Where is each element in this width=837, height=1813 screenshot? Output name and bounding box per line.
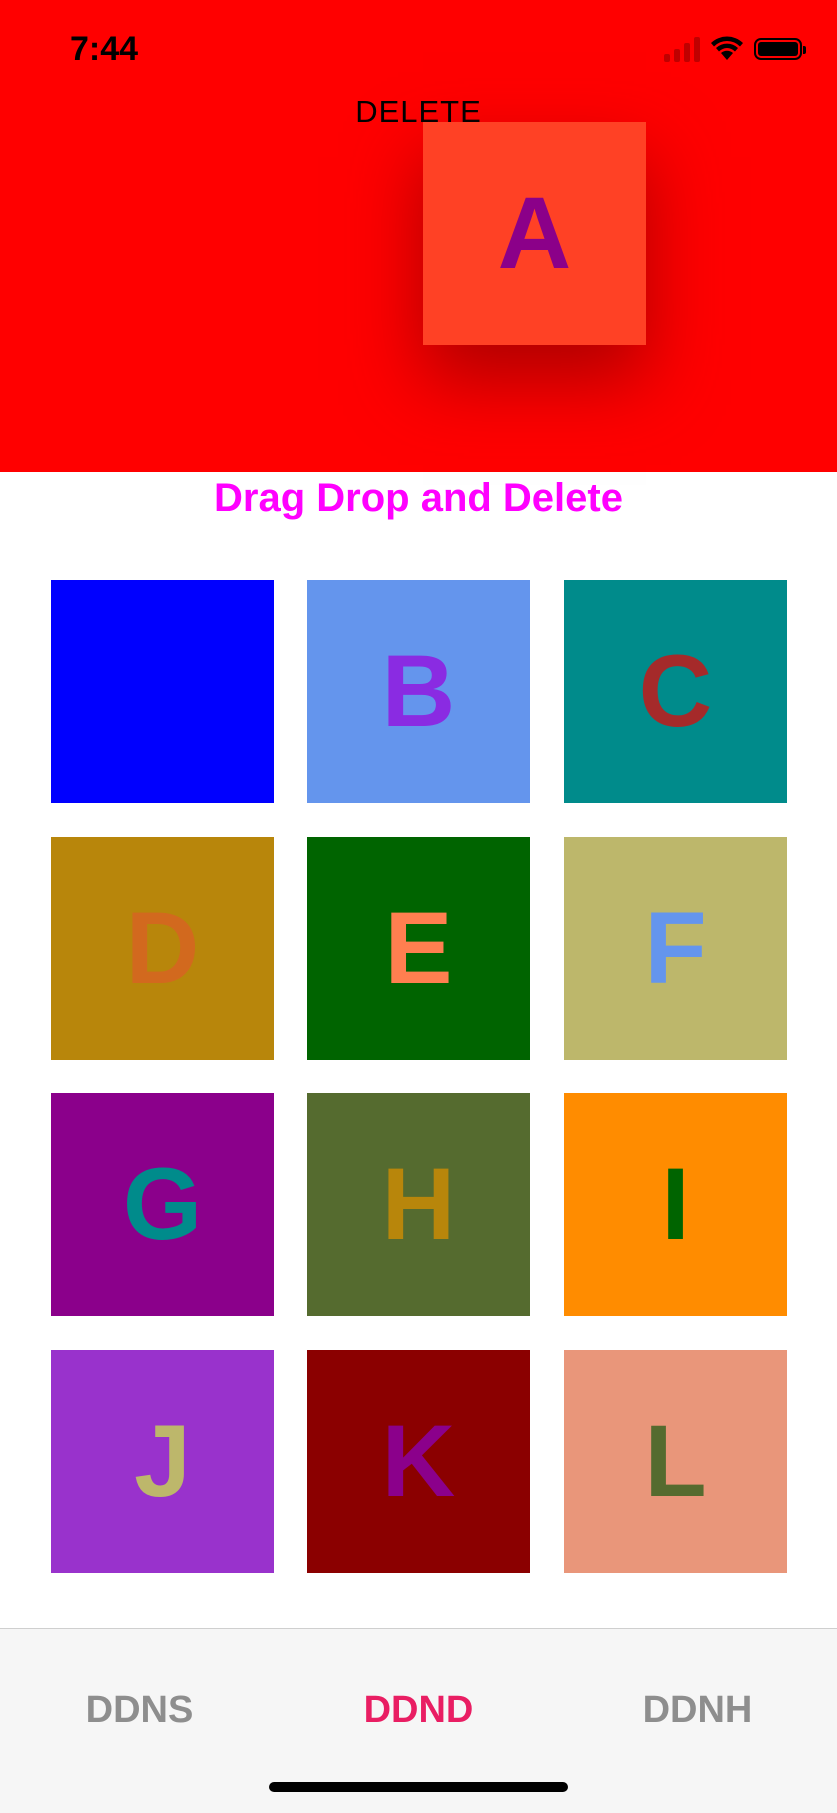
tile-letter: G <box>122 1147 203 1261</box>
tile-c[interactable]: C <box>564 580 787 803</box>
tile-letter: F <box>644 891 707 1005</box>
tile-letter: C <box>638 634 713 748</box>
tile-f[interactable]: F <box>564 837 787 1060</box>
tile-j[interactable]: J <box>51 1350 274 1573</box>
tab-bar: DDNS DDND DDNH <box>0 1628 837 1813</box>
tab-ddnd[interactable]: DDND <box>279 1689 558 1732</box>
tile-b[interactable]: B <box>307 580 530 803</box>
tile-letter: E <box>384 891 453 1005</box>
home-indicator <box>269 1782 568 1792</box>
tile-letter: L <box>644 1404 707 1518</box>
delete-drop-zone[interactable]: 7:44 DELETE <box>0 0 837 472</box>
tile-letter: J <box>134 1404 191 1518</box>
tile-letter: I <box>661 1147 690 1261</box>
tile-i[interactable]: I <box>564 1093 787 1316</box>
tile-h[interactable]: H <box>307 1093 530 1316</box>
tile-letter: K <box>381 1404 456 1518</box>
tile-letter: H <box>381 1147 456 1261</box>
cellular-signal-icon <box>664 36 700 62</box>
tile-l[interactable]: L <box>564 1350 787 1573</box>
tab-ddnh[interactable]: DDNH <box>558 1689 837 1732</box>
status-time: 7:44 <box>70 30 139 68</box>
tile-letter: B <box>381 634 456 748</box>
battery-icon <box>754 38 806 60</box>
wifi-icon <box>711 36 743 60</box>
status-icons <box>664 36 806 62</box>
delete-label: DELETE <box>355 94 482 129</box>
tile-letter: D <box>125 891 200 1005</box>
tab-ddns[interactable]: DDNS <box>0 1689 279 1732</box>
tile-e[interactable]: E <box>307 837 530 1060</box>
tile-g[interactable]: G <box>51 1093 274 1316</box>
tile-empty[interactable] <box>51 580 274 803</box>
tile-d[interactable]: D <box>51 837 274 1060</box>
tile-letter: A <box>497 176 572 290</box>
tile-k[interactable]: K <box>307 1350 530 1573</box>
page-title: Drag Drop and Delete <box>214 476 623 520</box>
dragged-tile-a[interactable]: A <box>423 122 646 345</box>
